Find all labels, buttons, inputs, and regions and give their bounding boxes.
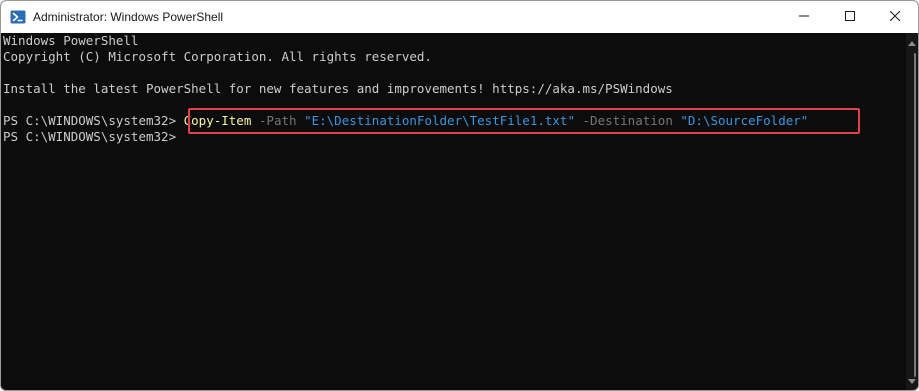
minimize-button[interactable] xyxy=(781,1,827,33)
window-title: Administrator: Windows PowerShell xyxy=(33,10,224,24)
vertical-scrollbar[interactable] xyxy=(906,33,918,390)
close-button[interactable] xyxy=(872,1,918,33)
console-copyright-line: Copyright (C) Microsoft Corporation. All… xyxy=(3,49,432,64)
console-prompt: PS C:\WINDOWS\system32> xyxy=(3,113,184,128)
scroll-up-arrow-icon[interactable] xyxy=(908,41,916,46)
powershell-icon xyxy=(10,9,26,25)
console-prompt-line: PS C:\WINDOWS\system32> xyxy=(3,129,177,144)
console-banner-line: Windows PowerShell xyxy=(3,33,139,48)
console-output[interactable]: Windows PowerShell Copyright (C) Microso… xyxy=(1,33,906,390)
minimize-icon xyxy=(799,8,809,26)
command-highlight-box xyxy=(188,108,860,134)
maximize-icon xyxy=(845,8,855,26)
powershell-window: Administrator: Windows PowerShell Window… xyxy=(0,0,919,391)
scroll-down-arrow-icon[interactable] xyxy=(908,379,916,384)
scroll-thumb[interactable] xyxy=(914,53,916,377)
close-icon xyxy=(889,8,901,26)
title-bar[interactable]: Administrator: Windows PowerShell xyxy=(1,1,918,33)
console-install-notice-line: Install the latest PowerShell for new fe… xyxy=(3,81,673,96)
maximize-button[interactable] xyxy=(827,1,873,33)
